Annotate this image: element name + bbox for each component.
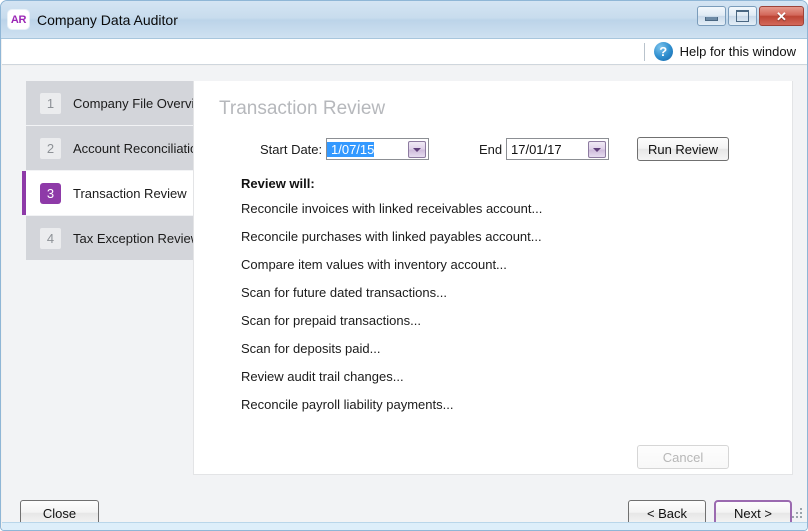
app-window: AR Company Data Auditor ✕ ? Help for thi… (0, 0, 808, 531)
start-date-label: Start Date: (260, 142, 323, 157)
maximize-icon (736, 10, 749, 22)
help-divider (643, 42, 645, 61)
sidebar-item-tax-exception-review[interactable]: 4 Tax Exception Review (26, 216, 200, 260)
step-badge: 1 (40, 92, 61, 114)
step-badge: 3 (40, 182, 61, 204)
end-date-dropdown-button[interactable] (588, 141, 606, 158)
review-list-item: Review audit trail changes... (241, 369, 404, 384)
sidebar-item-transaction-review[interactable]: 3 Transaction Review (22, 171, 193, 215)
end-date-value: 17/01/17 (511, 141, 562, 157)
start-date-value: 1/07/15 (327, 141, 375, 157)
close-icon: ✕ (776, 8, 787, 24)
chevron-down-icon (413, 147, 421, 152)
sidebar-item-label: Company File Overview (73, 95, 211, 111)
review-list-item: Reconcile payroll liability payments... (241, 397, 454, 412)
sidebar-item-company-file-overview[interactable]: 1 Company File Overview (26, 81, 211, 125)
cancel-button[interactable]: Cancel (637, 445, 729, 469)
help-bar: ? Help for this window (2, 39, 807, 65)
review-list-item: Scan for prepaid transactions... (241, 313, 421, 328)
step-badge: 4 (40, 227, 61, 249)
maximize-button[interactable] (728, 6, 757, 26)
sidebar-item-label: Tax Exception Review (73, 230, 201, 246)
review-list-item: Reconcile purchases with linked payables… (241, 229, 542, 244)
step-badge: 2 (40, 137, 61, 159)
minimize-button[interactable] (697, 6, 726, 26)
end-date-input[interactable]: 17/01/17 (506, 138, 609, 160)
review-list-item: Reconcile invoices with linked receivabl… (241, 201, 543, 216)
chevron-down-icon (593, 147, 601, 152)
review-list-item: Scan for deposits paid... (241, 341, 381, 356)
window-controls: ✕ (697, 6, 804, 26)
status-strip (2, 522, 807, 530)
start-date-input[interactable]: 1/07/15 (326, 138, 429, 160)
close-window-button[interactable]: ✕ (759, 6, 804, 26)
content-panel: Transaction Review Start Date: 1/07/15 E… (193, 81, 793, 475)
review-list: Review will: Reconcile invoices with lin… (241, 176, 542, 425)
titlebar: AR Company Data Auditor ✕ (1, 1, 807, 39)
review-list-item: Compare item values with inventory accou… (241, 257, 507, 272)
resize-grip[interactable] (792, 508, 803, 519)
window-title: Company Data Auditor (37, 11, 178, 28)
review-list-heading: Review will: (241, 176, 315, 191)
question-circle-icon[interactable]: ? (653, 42, 673, 61)
start-date-dropdown-button[interactable] (408, 141, 426, 158)
run-review-button[interactable]: Run Review (637, 137, 729, 161)
body-area: 1 Company File Overview 2 Account Reconc… (2, 66, 807, 530)
app-logo-icon: AR (8, 10, 29, 29)
minimize-icon (705, 16, 718, 21)
review-list-item: Scan for future dated transactions... (241, 285, 447, 300)
help-link[interactable]: Help for this window (680, 44, 796, 59)
page-title: Transaction Review (219, 98, 386, 119)
sidebar: 1 Company File Overview 2 Account Reconc… (22, 81, 211, 261)
sidebar-item-label: Transaction Review (73, 185, 187, 201)
sidebar-item-label: Account Reconciliation (73, 140, 205, 156)
sidebar-item-account-reconciliation[interactable]: 2 Account Reconciliation (26, 126, 205, 170)
